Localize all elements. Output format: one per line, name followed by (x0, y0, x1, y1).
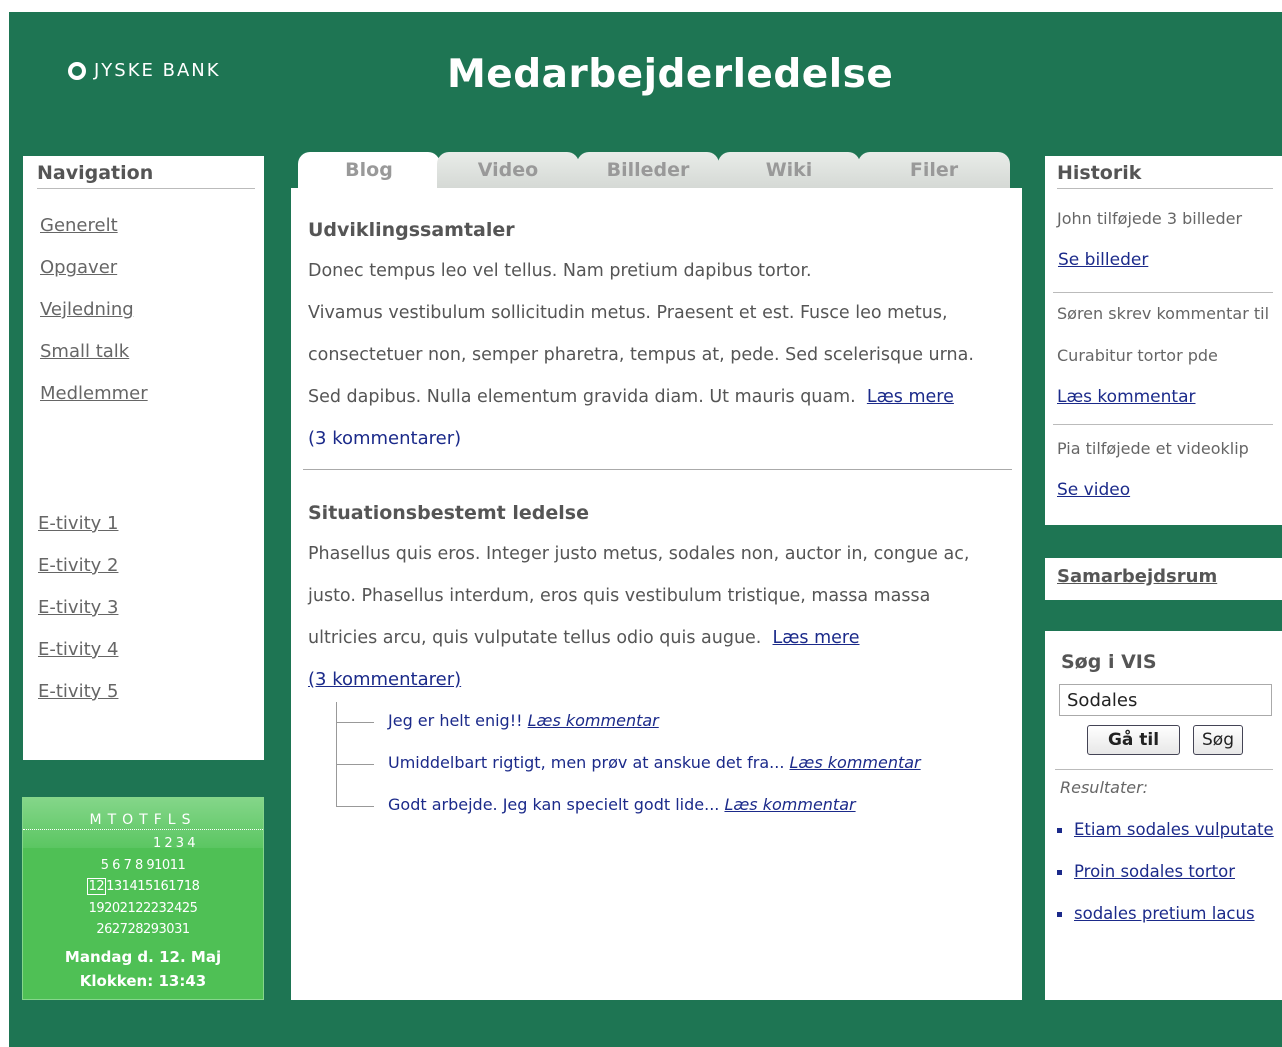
reply-item: Jeg er helt enig!! Læs kommentar (388, 711, 659, 730)
read-comment-link[interactable]: Læs kommentar (528, 711, 659, 730)
history-title: Historik (1057, 162, 1273, 189)
history-divider (1053, 292, 1273, 293)
logo[interactable]: JYSKE BANK (68, 60, 221, 81)
result-item: Etiam sodales vulputate (1057, 820, 1274, 839)
blog-content: Udviklingssamtaler Donec tempus leo vel … (291, 188, 1022, 1000)
reply-text: Umiddelbart rigtigt, men prøv at anskue … (388, 753, 785, 772)
reply-tree-branch (336, 764, 374, 765)
history-link-read-comment[interactable]: Læs kommentar (1057, 387, 1196, 407)
comments-link[interactable]: (3 kommentarer) (308, 428, 461, 449)
nav-item-generelt[interactable]: Generelt (40, 215, 118, 236)
post-text-line: justo. Phasellus interdum, eros quis ves… (308, 586, 931, 606)
search-title: Søg i VIS (1061, 651, 1157, 673)
post-text-line: Sed dapibus. Nulla elementum gravida dia… (308, 387, 954, 407)
result-link[interactable]: Etiam sodales vulputate (1074, 820, 1274, 839)
results-label: Resultater: (1060, 778, 1149, 797)
tab-filer[interactable]: Filer (858, 152, 1010, 188)
calendar-weekdays: MTOTFLS (23, 812, 263, 830)
history-panel: Historik John tilføjede 3 billeder Se bi… (1045, 156, 1282, 525)
post-text-line-content: ultricies arcu, quis vulputate tellus od… (308, 628, 762, 648)
history-entry-text: Søren skrev kommentar til (1057, 304, 1270, 323)
read-comment-link[interactable]: Læs kommentar (790, 753, 921, 772)
bullet-icon (1057, 828, 1062, 833)
post-text-line: Vivamus vestibulum sollicitudin metus. P… (308, 303, 948, 323)
post-title: Udviklingssamtaler (308, 219, 515, 241)
search-panel: Søg i VIS Gå til Søg Resultater: Etiam s… (1045, 631, 1282, 1000)
search-button[interactable]: Søg (1193, 725, 1243, 755)
reply-tree-line (336, 702, 337, 806)
tab-blog[interactable]: Blog (298, 152, 440, 188)
calendar-week-3: 12 131415161718 (23, 878, 263, 895)
post-text-line: Donec tempus leo vel tellus. Nam pretium… (308, 261, 812, 281)
history-link-see-video[interactable]: Se video (1057, 480, 1130, 500)
result-link[interactable]: Proin sodales tortor (1074, 862, 1235, 881)
bullet-icon (1057, 912, 1062, 917)
result-item: Proin sodales tortor (1057, 862, 1235, 881)
post-text-line: consectetuer non, semper pharetra, tempu… (308, 345, 974, 365)
samarbejdsrum-panel: Samarbejdsrum (1045, 558, 1282, 600)
reply-tree-branch (336, 806, 374, 807)
history-divider (1053, 424, 1273, 425)
tab-billeder[interactable]: Billeder (577, 152, 719, 188)
history-entry-text: Pia tilføjede et videoklip (1057, 439, 1249, 458)
reply-item: Godt arbejde. Jeg kan specielt godt lide… (388, 795, 856, 814)
navigation-title: Navigation (37, 162, 255, 189)
calendar-week-5: 262728293031 (96, 922, 190, 937)
post-title: Situationsbestemt ledelse (308, 502, 589, 524)
nav-item-etivity-3[interactable]: E-tivity 3 (38, 597, 118, 618)
jyske-bank-logo-icon (68, 61, 86, 80)
read-more-link[interactable]: Læs mere (773, 628, 860, 648)
read-more-link[interactable]: Læs mere (867, 387, 954, 407)
results-divider (1055, 769, 1273, 770)
post-divider (303, 469, 1012, 470)
nav-item-etivity-5[interactable]: E-tivity 5 (38, 681, 118, 702)
nav-item-etivity-4[interactable]: E-tivity 4 (38, 639, 118, 660)
nav-item-vejledning[interactable]: Vejledning (40, 299, 134, 320)
post-text-line: ultricies arcu, quis vulputate tellus od… (308, 628, 860, 648)
reply-text: Jeg er helt enig!! (388, 711, 523, 730)
history-entry-text: Curabitur tortor pde (1057, 346, 1218, 365)
result-link[interactable]: sodales pretium lacus (1074, 904, 1255, 923)
nav-item-etivity-2[interactable]: E-tivity 2 (38, 555, 118, 576)
tab-video[interactable]: Video (437, 152, 579, 188)
logo-text: JYSKE BANK (94, 60, 221, 81)
page-title: Medarbejderledelse (447, 52, 894, 97)
calendar-week-1: 1 2 3 4 (153, 836, 195, 851)
reply-item: Umiddelbart rigtigt, men prøv at anskue … (388, 753, 921, 772)
read-comment-link[interactable]: Læs kommentar (724, 795, 855, 814)
history-link-see-images[interactable]: Se billeder (1058, 250, 1148, 270)
search-input[interactable] (1059, 684, 1272, 716)
nav-item-small-talk[interactable]: Small talk (40, 341, 129, 362)
goto-button[interactable]: Gå til (1087, 725, 1180, 755)
calendar-week-4: 19202122232425 (88, 901, 198, 916)
navigation-panel: Navigation Generelt Opgaver Vejledning S… (23, 156, 264, 760)
calendar-time-text: Klokken: 13:43 (79, 972, 207, 990)
post-text-line: Phasellus quis eros. Integer justo metus… (308, 544, 970, 564)
calendar-today[interactable]: 12 (86, 878, 107, 895)
calendar-week-2: 5 6 7 8 91011 (100, 858, 186, 873)
history-entry-text: John tilføjede 3 billeder (1057, 209, 1243, 228)
result-item: sodales pretium lacus (1057, 904, 1255, 923)
reply-text: Godt arbejde. Jeg kan specielt godt lide… (388, 795, 720, 814)
calendar-widget: MTOTFLS 1 2 3 4 5 6 7 8 91011 12 13141516… (22, 797, 264, 1000)
nav-item-medlemmer[interactable]: Medlemmer (40, 383, 148, 404)
calendar-week-3-days: 131415161718 (106, 879, 200, 894)
bullet-icon (1057, 870, 1062, 875)
reply-tree-branch (336, 722, 374, 723)
nav-item-etivity-1[interactable]: E-tivity 1 (38, 513, 118, 534)
nav-item-opgaver[interactable]: Opgaver (40, 257, 117, 278)
samarbejdsrum-link[interactable]: Samarbejdsrum (1057, 566, 1217, 587)
tab-wiki[interactable]: Wiki (718, 152, 860, 188)
comments-link[interactable]: (3 kommentarer) (308, 669, 461, 690)
post-text-line-content: Sed dapibus. Nulla elementum gravida dia… (308, 387, 856, 407)
calendar-date-text: Mandag d. 12. Maj (64, 948, 222, 966)
